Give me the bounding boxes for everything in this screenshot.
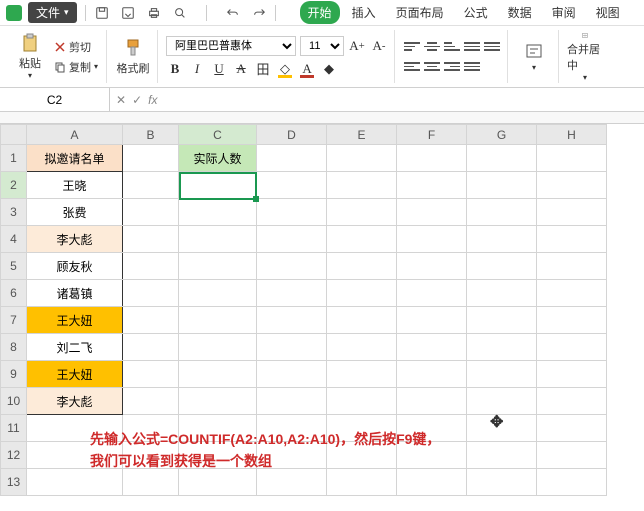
paste-button[interactable]: 粘贴▾ <box>12 32 48 82</box>
tab-layout[interactable]: 页面布局 <box>388 1 452 24</box>
strikethrough-button[interactable]: A <box>232 60 250 78</box>
title-bar: 文件▾ 开始 插入 页面布局 公式 数据 审阅 视图 <box>0 0 644 26</box>
cell-A4[interactable]: 李大彪 <box>27 226 123 253</box>
cell-C2[interactable] <box>179 172 257 199</box>
col-header-G[interactable]: G <box>467 125 537 145</box>
cell-A2[interactable]: 王晓 <box>27 172 123 199</box>
cell-A10[interactable]: 李大彪 <box>27 388 123 415</box>
confirm-formula-icon[interactable]: ✓ <box>132 93 142 107</box>
formula-input[interactable] <box>163 93 644 107</box>
cancel-formula-icon[interactable]: ✕ <box>116 93 126 107</box>
cell-A9[interactable]: 王大妞 <box>27 361 123 388</box>
border-button[interactable]: 田 <box>254 60 272 78</box>
selection-handle[interactable] <box>253 196 259 202</box>
cell-A3[interactable]: 张费 <box>27 199 123 226</box>
cell-A6[interactable]: 诸葛镇 <box>27 280 123 307</box>
row-header-3[interactable]: 3 <box>1 199 27 226</box>
align-left-icon[interactable] <box>403 59 421 75</box>
annotation-text: 先输入公式=COUNTIF(A2:A10,A2:A10)，然后按F9键， 我们可… <box>90 428 440 473</box>
undo-icon[interactable] <box>225 5 241 21</box>
quick-access-toolbar <box>94 5 267 21</box>
save-icon[interactable] <box>94 5 110 21</box>
distribute-icon[interactable] <box>463 59 481 75</box>
row-header-13[interactable]: 13 <box>1 469 27 496</box>
clear-format-button[interactable]: ◆ <box>320 60 338 78</box>
font-name-select[interactable]: 阿里巴巴普惠体 <box>166 36 296 56</box>
tab-review[interactable]: 审阅 <box>544 1 584 24</box>
col-header-E[interactable]: E <box>327 125 397 145</box>
name-box[interactable]: C2 <box>0 88 110 111</box>
tab-start[interactable]: 开始 <box>300 1 340 24</box>
file-menu[interactable]: 文件▾ <box>28 2 77 23</box>
col-header-C[interactable]: C <box>179 125 257 145</box>
align-top-icon[interactable] <box>403 39 421 55</box>
app-icon <box>6 5 22 21</box>
ribbon-tabs: 开始 插入 页面布局 公式 数据 审阅 视图 <box>300 1 628 24</box>
row-header-1[interactable]: 1 <box>1 145 27 172</box>
fx-icon[interactable]: fx <box>148 93 157 107</box>
redo-icon[interactable] <box>251 5 267 21</box>
tab-view[interactable]: 视图 <box>588 1 628 24</box>
cell-C1[interactable]: 实际人数 <box>179 145 257 172</box>
row-header-6[interactable]: 6 <box>1 280 27 307</box>
row-header-2[interactable]: 2 <box>1 172 27 199</box>
decrease-font-icon[interactable]: A- <box>370 37 388 55</box>
col-header-A[interactable]: A <box>27 125 123 145</box>
underline-button[interactable]: U <box>210 60 228 78</box>
preview-icon[interactable] <box>172 5 188 21</box>
row-header-4[interactable]: 4 <box>1 226 27 253</box>
col-header-D[interactable]: D <box>257 125 327 145</box>
format-painter-button[interactable]: 格式刷 <box>115 32 151 82</box>
merge-center-button[interactable]: 合并居中▾ <box>567 32 603 82</box>
align-middle-icon[interactable] <box>423 39 441 55</box>
tab-data[interactable]: 数据 <box>500 1 540 24</box>
save-as-icon[interactable] <box>120 5 136 21</box>
indent-left-icon[interactable] <box>463 39 481 55</box>
row-header-8[interactable]: 8 <box>1 334 27 361</box>
bold-button[interactable]: B <box>166 60 184 78</box>
cell-A7[interactable]: 王大妞 <box>27 307 123 334</box>
formula-bar: C2 ✕ ✓ fx <box>0 88 644 112</box>
col-header-F[interactable]: F <box>397 125 467 145</box>
row-header-5[interactable]: 5 <box>1 253 27 280</box>
cell-A1[interactable]: 拟邀请名单 <box>27 145 123 172</box>
tab-insert[interactable]: 插入 <box>344 1 384 24</box>
row-header-10[interactable]: 10 <box>1 388 27 415</box>
increase-font-icon[interactable]: A+ <box>348 37 366 55</box>
align-bottom-icon[interactable] <box>443 39 461 55</box>
tab-formula[interactable]: 公式 <box>456 1 496 24</box>
row-header-9[interactable]: 9 <box>1 361 27 388</box>
cell-A8[interactable]: 刘二飞 <box>27 334 123 361</box>
print-icon[interactable] <box>146 5 162 21</box>
cut-button[interactable]: 剪切 <box>52 38 100 56</box>
font-size-select[interactable]: 11 <box>300 36 344 56</box>
cell-A5[interactable]: 顾友秋 <box>27 253 123 280</box>
col-header-H[interactable]: H <box>537 125 607 145</box>
row-header-12[interactable]: 12 <box>1 442 27 469</box>
cursor-icon: ✥ <box>490 412 503 432</box>
row-header-7[interactable]: 7 <box>1 307 27 334</box>
select-all-corner[interactable] <box>1 125 27 145</box>
indent-right-icon[interactable] <box>483 39 501 55</box>
fill-color-button[interactable]: ◇ <box>276 60 294 78</box>
ribbon: 粘贴▾ 剪切 复制▾ 格式刷 阿里巴巴普惠体 11 A+ A- B I U A <box>0 26 644 88</box>
col-header-B[interactable]: B <box>123 125 179 145</box>
font-color-button[interactable]: A <box>298 60 316 78</box>
row-header-11[interactable]: 11 <box>1 415 27 442</box>
italic-button[interactable]: I <box>188 60 206 78</box>
align-right-icon[interactable] <box>443 59 461 75</box>
wrap-text-button[interactable]: ▾ <box>516 32 552 82</box>
align-center-icon[interactable] <box>423 59 441 75</box>
copy-button[interactable]: 复制▾ <box>52 58 100 76</box>
